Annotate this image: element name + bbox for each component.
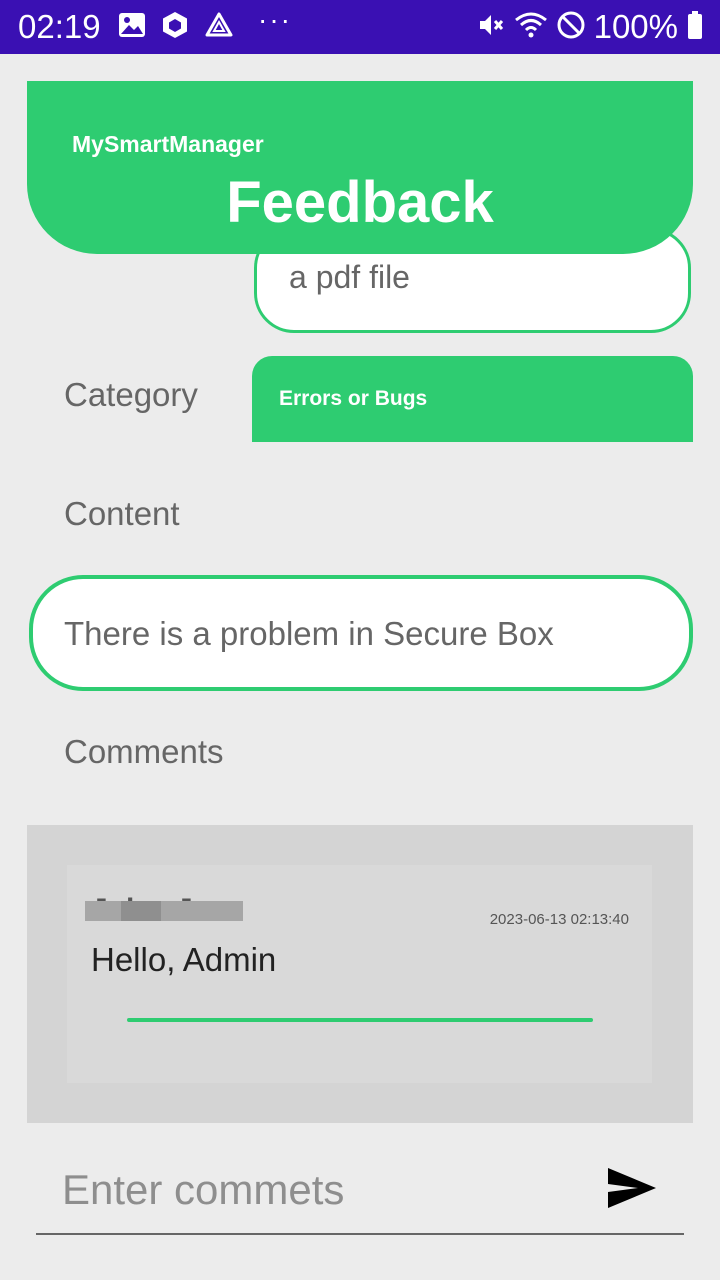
- app-name: MySmartManager: [72, 131, 264, 157]
- content-field[interactable]: There is a problem in Secure Box: [29, 575, 693, 691]
- do-not-disturb-icon: [556, 10, 586, 45]
- category-select[interactable]: Errors or Bugs: [252, 356, 693, 442]
- comment-text: Hello, Admin: [91, 941, 277, 978]
- wifi-icon: [514, 10, 548, 45]
- status-icons-right: 100%: [476, 10, 704, 44]
- image-icon: [118, 12, 146, 43]
- status-bar: 02:19 ··· 100%: [0, 0, 720, 54]
- cube-icon: [160, 10, 190, 45]
- triangle-icon: [204, 11, 234, 44]
- send-icon: [608, 1168, 656, 1208]
- comment-input[interactable]: [36, 1160, 622, 1220]
- battery-icon: [686, 10, 704, 45]
- comment-divider: [127, 1018, 593, 1022]
- battery-percent: 100%: [593, 8, 678, 45]
- category-label: Category: [64, 376, 198, 413]
- header-card: MySmartManager Feedback: [27, 81, 693, 254]
- category-value: Errors or Bugs: [279, 387, 428, 410]
- comments-panel: Julee Jo 2023-06-13 02:13:40 Hello, Admi…: [27, 825, 693, 1123]
- status-icons-left: ···: [118, 6, 292, 45]
- input-underline: [36, 1233, 684, 1235]
- comments-label: Comments: [64, 733, 224, 770]
- mute-icon: [476, 10, 506, 45]
- content-text: There is a problem in Secure Box: [64, 615, 554, 652]
- file-field-text: a pdf file: [289, 259, 410, 295]
- more-dots: ···: [258, 4, 292, 35]
- send-button[interactable]: [604, 1162, 660, 1214]
- page-title: Feedback: [226, 170, 494, 235]
- content-label: Content: [64, 495, 180, 532]
- author-redaction: [85, 901, 243, 921]
- comment-card: Julee Jo 2023-06-13 02:13:40 Hello, Admi…: [67, 865, 652, 1083]
- status-time: 02:19: [18, 8, 101, 45]
- comment-time: 2023-06-13 02:13:40: [489, 911, 629, 928]
